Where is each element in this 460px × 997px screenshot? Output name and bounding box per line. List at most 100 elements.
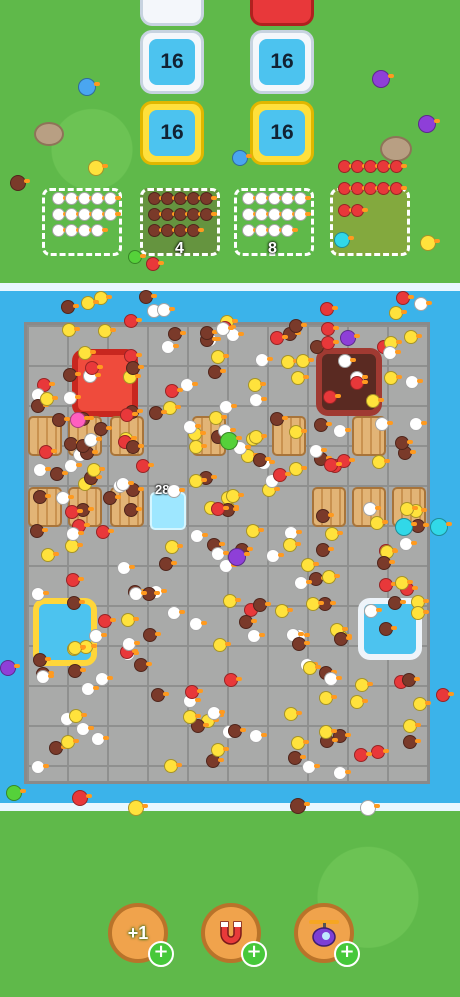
duck	[31, 759, 50, 774]
duck	[166, 605, 185, 620]
duck	[142, 628, 161, 643]
number-block[interactable]: 16	[140, 30, 204, 94]
duck	[268, 224, 285, 237]
duck	[148, 192, 165, 205]
duck	[351, 160, 368, 173]
duck	[222, 593, 241, 608]
duck	[390, 182, 407, 195]
duck	[161, 224, 178, 237]
duck	[313, 418, 332, 433]
duck	[255, 208, 272, 221]
duck	[83, 432, 102, 447]
powerup-helicopter-button[interactable]: +	[294, 903, 360, 967]
duck	[65, 208, 82, 221]
duck	[375, 416, 394, 431]
duck	[148, 224, 165, 237]
duck	[78, 78, 100, 96]
duck	[164, 384, 183, 399]
duck	[65, 504, 84, 519]
duck	[174, 208, 191, 221]
duck	[333, 765, 352, 780]
duck	[182, 709, 201, 724]
duck	[97, 613, 116, 628]
duck	[128, 250, 146, 264]
plus-one-icon: +1	[127, 922, 149, 943]
number-block-partial[interactable]	[140, 0, 204, 26]
duck	[333, 632, 352, 647]
duck	[315, 508, 334, 523]
duck	[67, 641, 86, 656]
duck	[51, 413, 70, 428]
duck	[351, 204, 368, 217]
duck	[301, 759, 320, 774]
duck	[288, 424, 307, 439]
duck	[174, 224, 191, 237]
duck	[377, 182, 394, 195]
duck	[322, 569, 341, 584]
number-block[interactable]: 16	[250, 30, 314, 94]
duck	[146, 257, 164, 271]
duck	[332, 423, 351, 438]
duck	[364, 182, 381, 195]
duck	[281, 208, 298, 221]
duck	[242, 192, 259, 205]
duck	[128, 800, 148, 816]
duck	[10, 175, 30, 191]
duck	[91, 731, 110, 746]
number-block-value: 16	[149, 39, 195, 85]
duck	[255, 192, 272, 205]
duck	[242, 224, 259, 237]
slot-count: 4	[175, 240, 184, 257]
duck	[200, 192, 217, 205]
duck	[228, 548, 250, 566]
duck	[215, 321, 234, 336]
duck	[227, 724, 246, 739]
duck	[78, 192, 95, 205]
duck	[309, 443, 328, 458]
rock	[380, 136, 412, 162]
number-block[interactable]: 16	[250, 101, 314, 165]
duck	[200, 208, 217, 221]
duck	[334, 232, 354, 248]
number-block[interactable]: 16	[140, 101, 204, 165]
duck	[6, 785, 26, 801]
duck	[62, 368, 81, 383]
duck	[281, 192, 298, 205]
duck	[378, 621, 397, 636]
duck	[338, 160, 355, 173]
duck	[384, 370, 403, 385]
slot-count: 8	[268, 240, 277, 257]
duck	[65, 192, 82, 205]
duck	[395, 290, 414, 305]
duck	[340, 330, 360, 346]
number-block-partial[interactable]	[250, 0, 314, 26]
duck	[210, 501, 229, 516]
duck	[134, 657, 153, 672]
duck	[245, 523, 264, 538]
duck	[255, 224, 272, 237]
duck	[338, 182, 355, 195]
duck	[32, 490, 51, 505]
ice-block[interactable]	[150, 492, 186, 530]
duck	[120, 612, 139, 627]
duck	[372, 70, 394, 88]
duck	[161, 192, 178, 205]
duck	[382, 346, 401, 361]
duck	[290, 736, 309, 751]
duck	[167, 483, 186, 498]
duck	[187, 224, 204, 237]
duck	[232, 150, 252, 166]
duck	[388, 306, 407, 321]
duck	[77, 346, 96, 361]
duck	[294, 575, 313, 590]
duck	[281, 224, 298, 237]
duck	[269, 412, 288, 427]
duck	[318, 690, 337, 705]
duck	[291, 636, 310, 651]
powerup-magnet-button[interactable]: +	[201, 903, 267, 967]
duck	[388, 595, 407, 610]
duck	[88, 160, 108, 176]
powerup-plus-one-button[interactable]: +1 +	[108, 903, 174, 967]
duck	[60, 734, 79, 749]
duck	[0, 660, 20, 676]
